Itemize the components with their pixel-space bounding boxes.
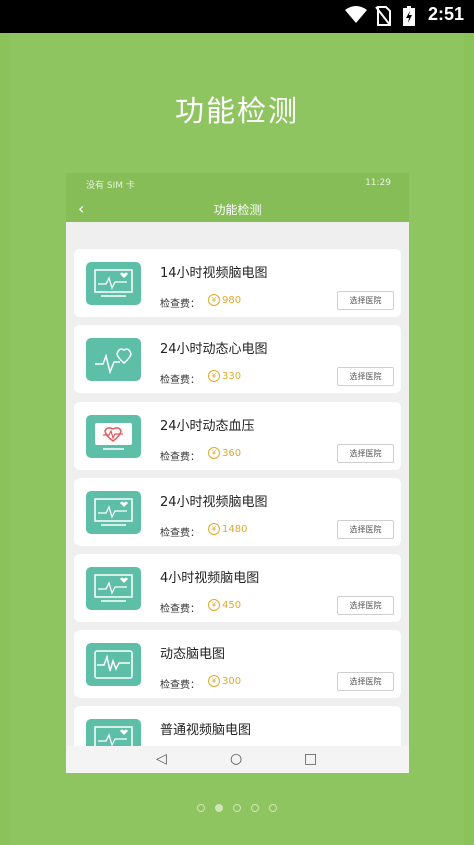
- status-time: 2:51: [427, 4, 464, 24]
- item-name: 24小时动态血压: [160, 419, 255, 434]
- item-price: 450: [222, 600, 242, 611]
- monitor-heart-icon: [86, 719, 141, 746]
- fee-label: 检查费：: [160, 680, 200, 691]
- fee-label: 检查费：: [160, 299, 200, 310]
- exam-list[interactable]: 14小时视频脑电图 检查费： ¥ 980 选择医院 24小时动态心电图 检查费：…: [66, 222, 409, 746]
- select-hospital-button[interactable]: 选择医院: [337, 596, 394, 615]
- inner-nav-bar: ‹ 功能检测: [66, 195, 409, 222]
- wifi-icon: [345, 6, 367, 28]
- fee-label: 检查费：: [160, 604, 200, 615]
- item-price: 360: [222, 448, 242, 459]
- status-bar: 2:51: [0, 0, 474, 33]
- list-item[interactable]: 24小时视频脑电图 检查费： ¥ 1480 选择医院: [74, 478, 401, 546]
- coin-icon: ¥: [208, 370, 220, 382]
- item-name: 24小时视频脑电图: [160, 495, 268, 510]
- monitor-heart-icon: [86, 262, 141, 305]
- pager-dot[interactable]: [251, 804, 259, 812]
- list-item[interactable]: 24小时动态心电图 检查费： ¥ 330 选择医院: [74, 325, 401, 393]
- back-triangle-icon[interactable]: ◁: [156, 751, 167, 767]
- pager-dot[interactable]: [269, 804, 277, 812]
- list-item[interactable]: 24小时动态血压 检查费： ¥ 360 选择医院: [74, 402, 401, 470]
- list-item[interactable]: 4小时视频脑电图 检查费： ¥ 450 选择医院: [74, 554, 401, 622]
- recents-square-icon[interactable]: □: [304, 751, 317, 767]
- item-name: 普通视频脑电图: [160, 723, 252, 738]
- coin-icon: ¥: [208, 599, 220, 611]
- fee-label: 检查费：: [160, 375, 200, 386]
- select-hospital-button[interactable]: 选择医院: [337, 291, 394, 310]
- list-item[interactable]: 动态脑电图 检查费： ¥ 300 选择医院: [74, 630, 401, 698]
- heart-pulse-icon: [86, 338, 141, 381]
- inner-nav-title: 功能检测: [213, 203, 262, 217]
- pager-dots: [0, 797, 474, 816]
- fee-label: 检查费：: [160, 452, 200, 463]
- monitor-heart-icon: [86, 567, 141, 610]
- fee-label: 检查费：: [160, 528, 200, 539]
- coin-icon: ¥: [208, 675, 220, 687]
- item-price: 980: [222, 295, 242, 306]
- pager-dot[interactable]: [197, 804, 205, 812]
- inner-time: 11:29: [365, 178, 391, 188]
- item-name: 4小时视频脑电图: [160, 571, 260, 586]
- select-hospital-button[interactable]: 选择医院: [337, 444, 394, 463]
- home-circle-icon[interactable]: ○: [230, 751, 242, 767]
- no-sim-icon: [375, 6, 391, 30]
- item-price: 300: [222, 676, 242, 687]
- blood-pressure-icon: [86, 415, 141, 458]
- item-name: 24小时动态心电图: [160, 342, 268, 357]
- list-item[interactable]: 14小时视频脑电图 检查费： ¥ 980 选择医院: [74, 249, 401, 317]
- item-name: 14小时视频脑电图: [160, 266, 268, 281]
- coin-icon: ¥: [208, 447, 220, 459]
- coin-icon: ¥: [208, 523, 220, 535]
- select-hospital-button[interactable]: 选择医院: [337, 367, 394, 386]
- item-price: 1480: [222, 524, 248, 535]
- list-item[interactable]: 普通视频脑电图: [74, 706, 401, 746]
- item-price: 330: [222, 371, 242, 382]
- pager-dot[interactable]: [233, 804, 241, 812]
- system-nav-bar: ◁ ○ □: [66, 746, 409, 773]
- eeg-wave-icon: [86, 643, 141, 686]
- item-name: 动态脑电图: [160, 647, 226, 662]
- coin-icon: ¥: [208, 294, 220, 306]
- pager-dot[interactable]: [215, 804, 223, 812]
- inner-carrier: 没有 SIM 卡: [86, 181, 135, 191]
- battery-charging-icon: [403, 6, 415, 30]
- monitor-heart-icon: [86, 491, 141, 534]
- select-hospital-button[interactable]: 选择医院: [337, 520, 394, 539]
- inner-status-bar: 没有 SIM 卡 11:29: [66, 173, 409, 195]
- select-hospital-button[interactable]: 选择医院: [337, 672, 394, 691]
- promo-title: 功能检测: [174, 94, 299, 128]
